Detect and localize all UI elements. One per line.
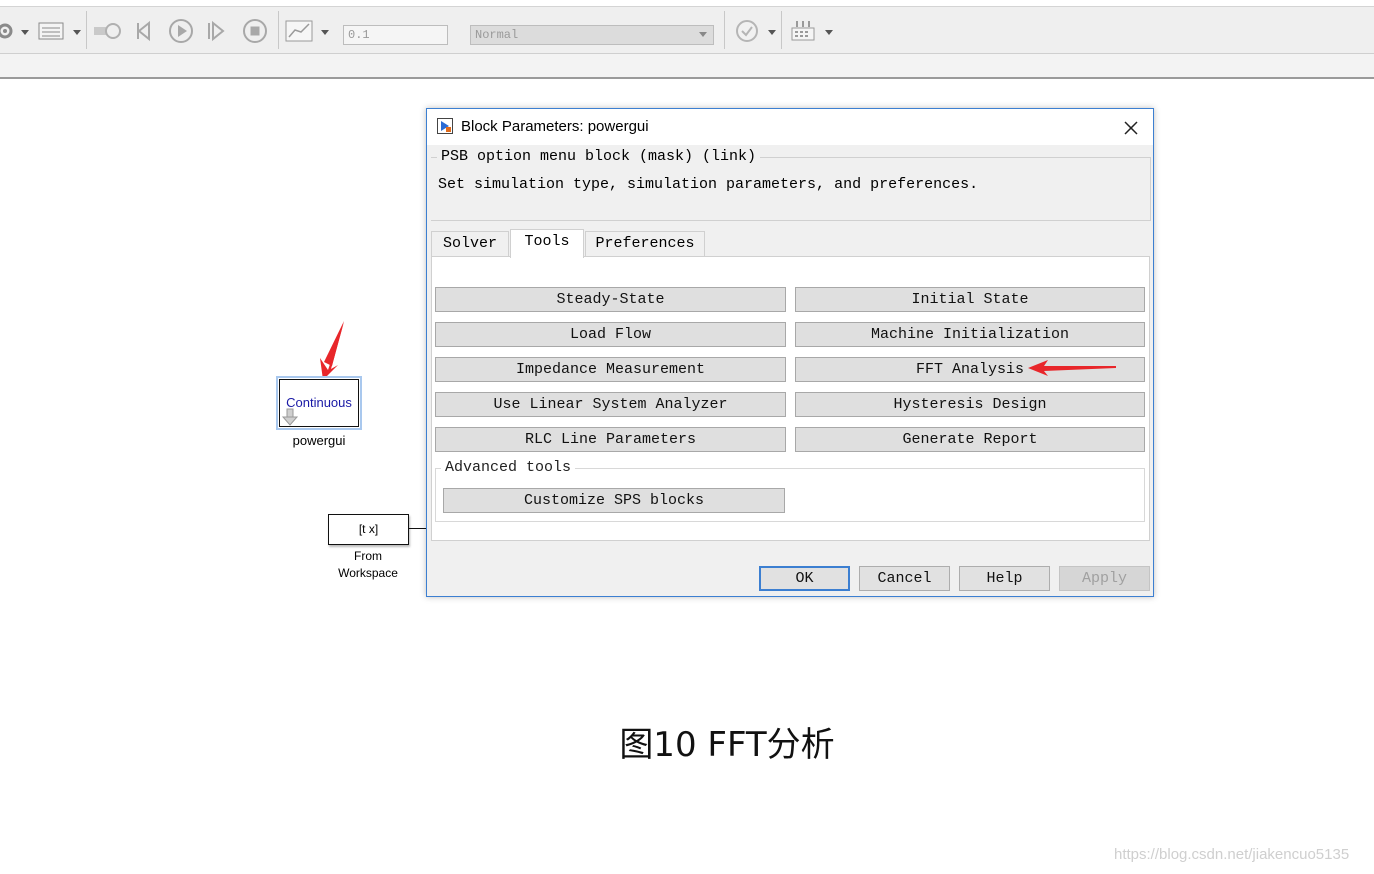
toolbar-separator xyxy=(781,11,782,49)
impedance-measurement-button[interactable]: Impedance Measurement xyxy=(435,357,786,382)
simulation-mode-select[interactable]: Normal xyxy=(470,25,714,45)
watermark: https://blog.csdn.net/jiakencuo5135 xyxy=(1114,846,1350,863)
close-icon[interactable] xyxy=(1121,118,1141,138)
record-icon[interactable] xyxy=(92,20,122,42)
scope-icon[interactable] xyxy=(285,20,313,42)
chevron-down-icon xyxy=(699,32,707,37)
rlc-line-parameters-button[interactable]: RLC Line Parameters xyxy=(435,427,786,452)
simulation-mode-value: Normal xyxy=(475,28,519,42)
gear-menu-caret[interactable] xyxy=(21,30,29,35)
stop-icon[interactable] xyxy=(242,18,268,44)
scope-menu-caret[interactable] xyxy=(321,30,329,35)
hysteresis-design-button[interactable]: Hysteresis Design xyxy=(795,392,1145,417)
check-menu-caret[interactable] xyxy=(768,30,776,35)
from-workspace-label-line2: Workspace xyxy=(338,566,398,580)
mask-group-title: PSB option menu block (mask) (link) xyxy=(437,148,761,165)
run-icon[interactable] xyxy=(168,18,194,44)
customize-sps-blocks-button[interactable]: Customize SPS blocks xyxy=(443,488,785,513)
build-menu-caret[interactable] xyxy=(825,30,833,35)
toolbar-separator xyxy=(86,11,87,49)
tab-preferences[interactable]: Preferences xyxy=(585,231,705,256)
step-forward-icon[interactable] xyxy=(205,20,227,42)
tab-solver[interactable]: Solver xyxy=(431,231,509,256)
red-arrow-annotation-icon xyxy=(320,321,344,380)
library-browser-icon[interactable] xyxy=(38,20,64,42)
generate-report-button[interactable]: Generate Report xyxy=(795,427,1145,452)
red-arrow-annotation-icon xyxy=(1028,360,1116,376)
tab-tools[interactable]: Tools xyxy=(510,229,584,258)
signal-line xyxy=(409,528,427,529)
from-workspace-label: From Workspace xyxy=(318,548,418,582)
step-back-icon[interactable] xyxy=(134,20,156,42)
ok-button[interactable]: OK xyxy=(759,566,850,591)
toolbar-separator xyxy=(278,11,279,49)
powergui-block-label: powergui xyxy=(292,433,346,448)
simulink-block-icon xyxy=(437,118,453,134)
from-workspace-block[interactable]: [t x] xyxy=(328,514,409,545)
check-model-icon[interactable] xyxy=(735,19,759,43)
dialog-title: Block Parameters: powergui xyxy=(461,118,649,135)
build-icon[interactable] xyxy=(790,20,816,42)
help-button[interactable]: Help xyxy=(959,566,1050,591)
advanced-tools-title: Advanced tools xyxy=(441,459,576,476)
apply-button[interactable]: Apply xyxy=(1059,566,1150,591)
breadcrumb-bar xyxy=(0,54,1374,79)
toolbar-separator xyxy=(724,11,725,49)
load-flow-button[interactable]: Load Flow xyxy=(435,322,786,347)
cancel-button[interactable]: Cancel xyxy=(859,566,950,591)
machine-initialization-button[interactable]: Machine Initialization xyxy=(795,322,1145,347)
dialog-titlebar[interactable]: Block Parameters: powergui xyxy=(427,109,1153,145)
linear-system-analyzer-button[interactable]: Use Linear System Analyzer xyxy=(435,392,786,417)
stop-time-input[interactable]: 0.1 xyxy=(343,25,448,45)
figure-caption: 图10 FFT分析 xyxy=(619,725,835,765)
block-parameters-dialog: Block Parameters: powergui PSB option me… xyxy=(426,108,1154,597)
initial-state-button[interactable]: Initial State xyxy=(795,287,1145,312)
mask-description: Set simulation type, simulation paramete… xyxy=(438,176,979,193)
steady-state-button[interactable]: Steady-State xyxy=(435,287,786,312)
from-workspace-label-line1: From xyxy=(354,549,382,563)
toolbar: 0.1 Normal xyxy=(0,6,1374,54)
library-menu-caret[interactable] xyxy=(73,30,81,35)
down-arrow-icon xyxy=(282,408,298,426)
gear-icon[interactable] xyxy=(0,20,16,42)
